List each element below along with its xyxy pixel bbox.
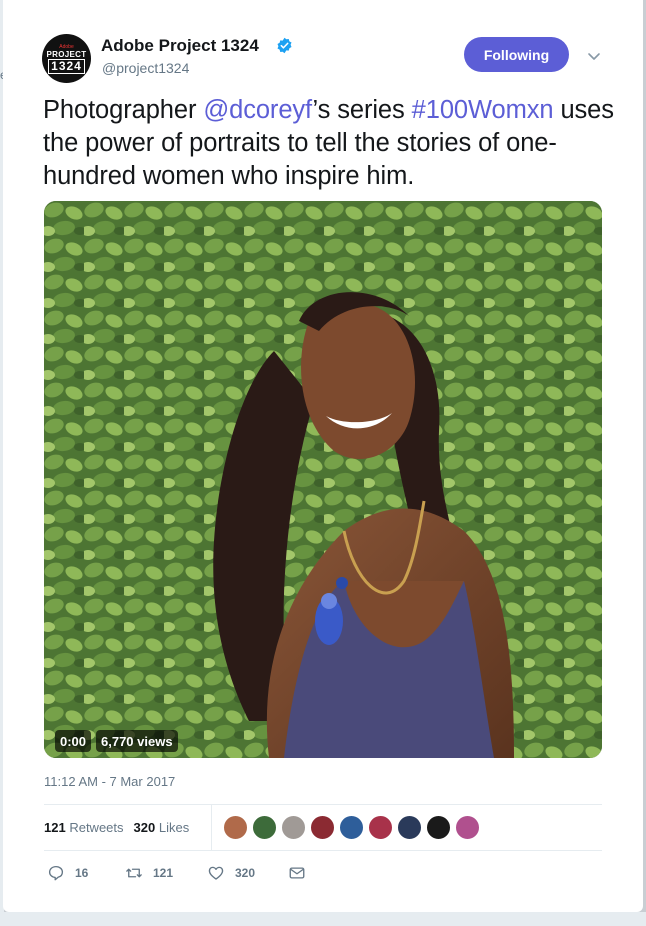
author-name[interactable]: Adobe Project 1324 — [101, 36, 259, 56]
retweets-stat[interactable]: 121 Retweets — [44, 820, 124, 835]
tweet-text-part: ’s series — [312, 96, 412, 124]
liker-avatar[interactable] — [252, 815, 277, 840]
chevron-down-icon[interactable] — [586, 48, 602, 64]
direct-message-button[interactable] — [288, 864, 316, 882]
tweet-actions: 16 121 320 — [47, 864, 347, 884]
divider — [44, 850, 602, 851]
like-button[interactable]: 320 — [207, 864, 255, 882]
liker-avatar[interactable] — [310, 815, 335, 840]
avatar-number-text: 1324 — [48, 58, 85, 74]
engagement-stats: 121 Retweets 320 Likes — [44, 820, 189, 835]
retweet-count: 121 — [153, 866, 174, 880]
author-handle[interactable]: @project1324 — [102, 60, 189, 76]
envelope-icon — [289, 867, 305, 879]
liker-avatar[interactable] — [223, 815, 248, 840]
tweet-timestamp[interactable]: 11:12 AM - 7 Mar 2017 — [44, 774, 175, 789]
liker-avatars — [223, 815, 484, 841]
hashtag-link[interactable]: #100Womxn — [412, 96, 554, 124]
likes-stat[interactable]: 320 Likes — [134, 820, 190, 835]
timeline-background — [0, 912, 646, 926]
avatar-project-text: PROJECT — [46, 49, 87, 59]
reply-button[interactable]: 16 — [47, 864, 88, 882]
liker-avatar[interactable] — [426, 815, 451, 840]
retweet-icon — [126, 868, 142, 878]
retweets-label: Retweets — [69, 820, 124, 835]
reply-count: 16 — [75, 866, 89, 880]
retweets-count: 121 — [44, 820, 66, 835]
verified-badge-icon — [277, 37, 292, 54]
following-button[interactable]: Following — [464, 37, 569, 72]
liker-avatar[interactable] — [339, 815, 364, 840]
likes-label: Likes — [158, 820, 190, 835]
liker-avatar[interactable] — [455, 815, 480, 840]
divider — [44, 804, 602, 805]
tweet-text-part: Photographer — [43, 96, 204, 124]
tweet-card: Adobe PROJECT 1324 Adobe Project 1324 @p… — [3, 0, 643, 912]
video-timestamp: 0:00 — [55, 730, 92, 752]
divider — [211, 805, 212, 850]
author-avatar[interactable]: Adobe PROJECT 1324 — [42, 34, 91, 83]
video-thumbnail-portrait — [44, 201, 602, 758]
video-player[interactable] — [44, 201, 602, 758]
liker-avatar[interactable] — [397, 815, 422, 840]
liker-avatar[interactable] — [281, 815, 306, 840]
tweet-text: Photographer @dcoreyf’s series #100Womxn… — [43, 94, 623, 193]
like-count: 320 — [235, 866, 256, 880]
video-view-count: 6,770 views — [96, 730, 178, 752]
retweet-button[interactable]: 121 — [125, 864, 173, 882]
reply-icon — [48, 865, 64, 881]
tweet-header: Adobe PROJECT 1324 Adobe Project 1324 @p… — [3, 0, 643, 90]
mention-link[interactable]: @dcoreyf — [203, 96, 312, 124]
heart-icon — [208, 866, 224, 880]
liker-avatar[interactable] — [368, 815, 393, 840]
likes-count: 320 — [133, 820, 156, 835]
